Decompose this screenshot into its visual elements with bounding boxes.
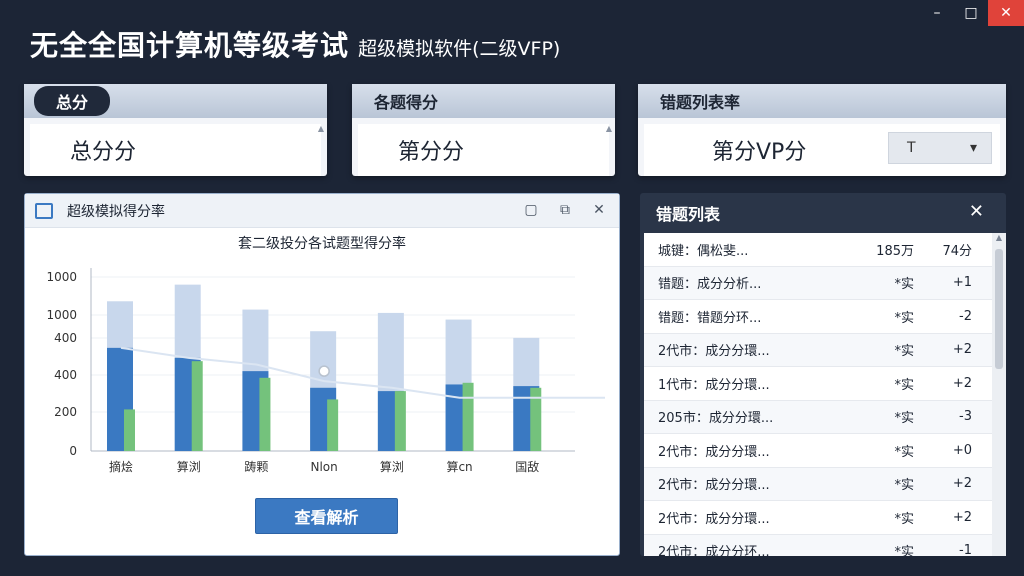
x-tick-label: 算cn bbox=[446, 459, 472, 474]
item-score: +2 bbox=[952, 375, 972, 391]
error-list-panel: 错题列表 ✕ 城键：偶松斐... 185万 74分 错题：成分分析... *实 +1 错题：… bbox=[640, 193, 1006, 556]
bar-secondary bbox=[259, 377, 271, 451]
item-status: *实 bbox=[894, 344, 914, 360]
item-score-value: 第分分 bbox=[358, 124, 609, 176]
item-title: 2代市：成分分環... bbox=[658, 511, 770, 527]
score-rate-chart: 套二级投分各试题型得分率 0 200 400 400 1000 1000 摘烩 算浏 踌颗 Nlon… bbox=[46, 235, 605, 474]
total-score-value: 总分分 bbox=[30, 124, 321, 176]
x-tick-label: 算浏 bbox=[380, 459, 404, 474]
view-analysis-button[interactable]: 查看解析 bbox=[255, 498, 398, 534]
list-item[interactable]: 错题：成分分析... *实 +1 bbox=[644, 266, 992, 300]
list-item[interactable]: 城键：偶松斐... 185万 74分 bbox=[644, 233, 992, 267]
error-list: 城键：偶松斐... 185万 74分错题：成分分析... *实 +1 错题：错题分环...… bbox=[644, 233, 992, 556]
item-status: *实 bbox=[894, 377, 914, 393]
list-item[interactable]: 205市：成分分環... *实 -3 bbox=[644, 400, 992, 434]
item-title: 2代市：成分分環... bbox=[658, 478, 770, 494]
item-title: 城键：偶松斐... bbox=[658, 243, 749, 259]
item-status: *实 bbox=[894, 478, 914, 494]
error-list-title: 错题列表 bbox=[656, 205, 721, 224]
list-item[interactable]: 错题：错题分环... *实 -2 bbox=[644, 300, 992, 334]
maximize-button[interactable]: □ bbox=[954, 0, 988, 26]
minimize-button[interactable]: – bbox=[920, 0, 954, 26]
list-item[interactable]: 2代市：成分分環... *实 +2 bbox=[644, 501, 992, 535]
error-rate-select[interactable]: T ▾ bbox=[888, 132, 992, 164]
item-score: +2 bbox=[952, 476, 972, 492]
item-status: *实 bbox=[894, 511, 914, 527]
item-score: +1 bbox=[952, 275, 972, 291]
x-tick-label: 踌颗 bbox=[244, 460, 268, 474]
restore-icon[interactable]: ▢ bbox=[521, 200, 541, 220]
x-tick-label: 算浏 bbox=[177, 459, 201, 474]
item-status: 185万 bbox=[876, 243, 914, 259]
chevron-down-icon: ▾ bbox=[969, 140, 977, 156]
bar-secondary bbox=[462, 382, 474, 451]
window-controls: – □ ✕ bbox=[920, 0, 1024, 26]
total-score-header-label: 总分 bbox=[34, 86, 111, 116]
item-title: 205市：成分分環... bbox=[658, 411, 774, 427]
x-tick-label: Nlon bbox=[311, 460, 338, 474]
y-tick-label: 400 bbox=[54, 331, 77, 345]
item-score-header: 各题得分 bbox=[352, 84, 615, 118]
error-rate-header: 错题列表率 bbox=[638, 84, 1006, 118]
list-item[interactable]: 1代市：成分分環... *实 +2 bbox=[644, 367, 992, 401]
item-title: 错题：成分分析... bbox=[658, 277, 762, 293]
y-tick-label: 1000 bbox=[46, 270, 77, 284]
app-title-main: 无全全国计算机等级考试 bbox=[30, 29, 350, 62]
item-score: 74分 bbox=[942, 243, 972, 259]
error-rate-card: 错题列表率 第分VP分 T ▾ bbox=[638, 84, 1006, 176]
total-score-header: 总分 bbox=[24, 84, 327, 118]
item-score: +2 bbox=[952, 509, 972, 525]
y-tick-label: 0 bbox=[69, 444, 77, 458]
item-status: *实 bbox=[894, 277, 914, 293]
chart-window-buttons: ▢ ⧉ ✕ bbox=[521, 200, 609, 220]
total-score-card: 总分 总分分 ▲ bbox=[24, 84, 327, 176]
list-item[interactable]: 2代市：成分分環... *实 +0 bbox=[644, 434, 992, 468]
item-title: 错题：错题分环... bbox=[658, 310, 762, 326]
list-item[interactable]: 2代市：成分分環... *实 +2 bbox=[644, 467, 992, 501]
item-title: 2代市：成分分環... bbox=[658, 444, 770, 460]
chart-title: 套二级投分各试题型得分率 bbox=[238, 235, 406, 252]
item-score-card: 各题得分 第分分 ▲ bbox=[352, 84, 615, 176]
item-score: +2 bbox=[952, 342, 972, 358]
close-icon[interactable]: ✕ bbox=[969, 201, 984, 222]
item-score: -1 bbox=[959, 543, 972, 556]
item-status: *实 bbox=[894, 444, 914, 460]
trend-marker bbox=[318, 365, 330, 377]
error-rate-select-value: T bbox=[907, 140, 916, 156]
item-score: -3 bbox=[959, 409, 972, 425]
bar-secondary bbox=[327, 399, 339, 451]
close-button[interactable]: ✕ bbox=[988, 0, 1024, 26]
app-title-sub: 超级模拟软件(二级VFP) bbox=[358, 38, 561, 60]
item-status: *实 bbox=[894, 411, 914, 427]
scroll-up-icon[interactable]: ▲ bbox=[992, 233, 1006, 245]
scroll-up-icon[interactable]: ▲ bbox=[605, 124, 613, 166]
x-tick-label: 摘烩 bbox=[109, 459, 133, 474]
item-status: *实 bbox=[894, 310, 914, 326]
list-item[interactable]: 2代市：成分分環... *实 +2 bbox=[644, 333, 992, 367]
chart-window: 超级模拟得分率 ▢ ⧉ ✕ 套二级投分各试题型得分率 0 200 400 400 1000… bbox=[24, 193, 620, 556]
x-tick-label: 国敌 bbox=[515, 459, 539, 474]
item-title: 1代市：成分分環... bbox=[658, 377, 770, 393]
close-icon[interactable]: ✕ bbox=[589, 200, 609, 220]
item-title: 2代市：成分分環... bbox=[658, 344, 770, 360]
app-title: 无全全国计算机等级考试 超级模拟软件(二级VFP) bbox=[30, 24, 560, 64]
bar-secondary bbox=[394, 391, 406, 451]
export-icon[interactable]: ⧉ bbox=[555, 200, 575, 220]
y-tick-label: 1000 bbox=[46, 308, 77, 322]
bar-secondary bbox=[124, 409, 135, 451]
item-score: -2 bbox=[959, 308, 972, 324]
list-item[interactable]: 2代市：成分分环... *实 -1 bbox=[644, 534, 992, 556]
scroll-up-icon[interactable]: ▲ bbox=[317, 124, 325, 166]
item-status: *实 bbox=[894, 545, 914, 556]
y-tick-label: 400 bbox=[54, 368, 77, 382]
chart-window-icon bbox=[35, 202, 53, 219]
item-score: +0 bbox=[952, 442, 972, 458]
y-tick-label: 200 bbox=[54, 405, 77, 419]
error-list-scrollbar[interactable]: ▲ bbox=[992, 233, 1006, 556]
chart-window-title: 超级模拟得分率 bbox=[67, 203, 165, 220]
item-title: 2代市：成分分环... bbox=[658, 545, 770, 556]
scrollbar-thumb[interactable] bbox=[995, 249, 1003, 369]
bar-secondary bbox=[191, 361, 203, 451]
